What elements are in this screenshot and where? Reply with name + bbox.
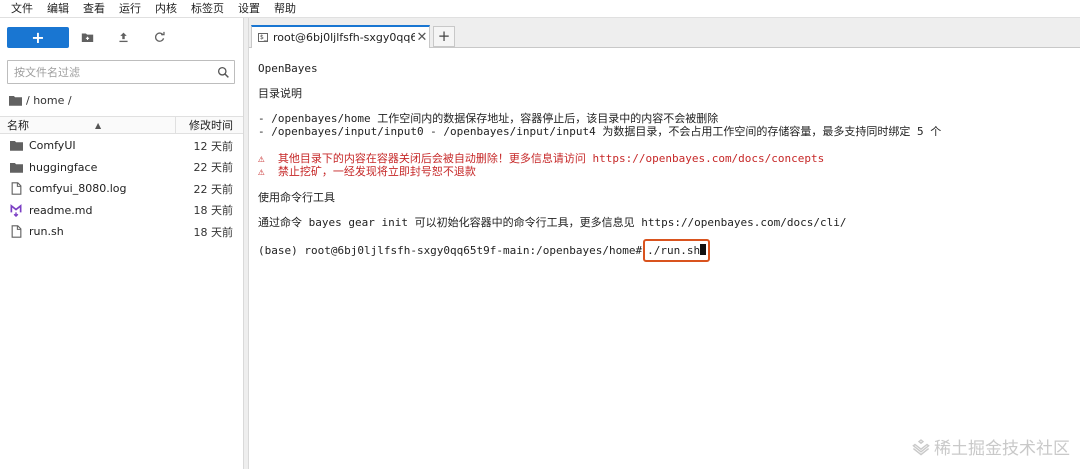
file-toolbar: + [7,27,177,48]
breadcrumb-path[interactable]: / home / [26,94,72,107]
file-name: huggingface [29,160,98,174]
terminal-section-cli: 使用命令行工具 [258,191,335,204]
file-browser: + / home / 名称 ▲ 修改时间 ComfyUI [0,18,243,469]
search-icon[interactable] [212,66,234,79]
file-name: ComfyUI [29,139,76,153]
terminal-line-cli: 通过命令 bayes gear init 可以初始化容器中的命令行工具，更多信息… [258,216,847,229]
upload-icon[interactable] [105,27,141,48]
file-modified: 12 天前 [193,139,234,153]
tab-bar: $_ root@6bj0ljlfsfh-sxgy0qq6t ✕ + [249,18,1080,48]
file-modified: 18 天前 [193,204,234,218]
menu-file[interactable]: 文件 [4,0,40,18]
file-row-readme[interactable]: readme.md 18 天前 [0,200,243,222]
menu-run[interactable]: 运行 [112,0,148,18]
terminal-prompt-line: (base) root@6bj0ljlfsfh-sxgy0qq65t9f-mai… [258,239,711,262]
terminal-line-home: - /openbayes/home 工作空间内的数据保存地址，容器停止后，该目录… [258,112,719,125]
menu-bar: 文件 编辑 查看 运行 内核 标签页 设置 帮助 [0,0,1080,18]
tab-terminal[interactable]: $_ root@6bj0ljlfsfh-sxgy0qq6t ✕ [251,25,430,48]
watermark: 稀土掘金技术社区 [912,434,1070,459]
folder-icon [9,139,23,153]
file-modified: 22 天前 [193,161,234,175]
menu-kernel[interactable]: 内核 [148,0,184,18]
new-launcher-button[interactable]: + [7,27,69,48]
tab-label: root@6bj0ljlfsfh-sxgy0qq6t [273,31,415,44]
watermark-text: 稀土掘金技术社区 [934,439,1070,459]
file-row-run-sh[interactable]: run.sh 18 天前 [0,221,243,243]
file-row-huggingface[interactable]: huggingface 22 天前 [0,157,243,179]
add-tab-button[interactable]: + [433,26,455,47]
refresh-icon[interactable] [141,27,177,48]
menu-tabs[interactable]: 标签页 [184,0,231,18]
terminal-line-input: - /openbayes/input/input0 - /openbayes/i… [258,125,942,138]
breadcrumb: / home / [9,93,72,107]
command-highlight: ./run.sh [643,239,711,262]
sort-ascending-icon: ▲ [95,120,102,130]
terminal-output[interactable]: OpenBayes 目录说明 - /openbayes/home 工作空间内的数… [249,49,1080,469]
file-name: readme.md [29,203,93,217]
file-filter-input[interactable] [8,61,212,83]
menu-settings[interactable]: 设置 [231,0,267,18]
terminal-command: ./run.sh [647,244,701,257]
juejin-logo-icon [912,438,930,455]
terminal-icon: $_ [258,33,268,42]
file-modified: 18 天前 [193,225,234,239]
terminal-prompt: (base) root@6bj0ljlfsfh-sxgy0qq65t9f-mai… [258,244,643,257]
close-icon[interactable]: ✕ [415,30,429,45]
new-folder-icon[interactable] [69,27,105,48]
column-name-label: 名称 [7,119,29,132]
file-row-comfyui[interactable]: ComfyUI 12 天前 [0,135,243,157]
column-name[interactable]: 名称 ▲ [0,117,175,133]
terminal-title: OpenBayes [258,62,318,75]
file-name: comfyui_8080.log [29,182,127,196]
folder-icon [9,160,23,174]
terminal-warning-delete: ⚠ 其他目录下的内容在容器关闭后会被自动删除！更多信息请访问 https://o… [258,152,825,165]
file-icon [9,225,23,239]
home-folder-icon[interactable] [9,95,22,106]
file-row-comfyui-log[interactable]: comfyui_8080.log 22 天前 [0,178,243,200]
menu-edit[interactable]: 编辑 [40,0,76,18]
terminal-section-directory: 目录说明 [258,87,302,100]
markdown-icon [9,203,23,217]
file-list-header: 名称 ▲ 修改时间 [0,116,243,134]
column-modified[interactable]: 修改时间 [175,117,243,133]
file-list: ComfyUI 12 天前 huggingface 22 天前 comfyui_… [0,135,243,243]
terminal-cursor [700,244,707,255]
file-icon [9,182,23,196]
file-filter [7,60,235,84]
menu-help[interactable]: 帮助 [267,0,303,18]
file-name: run.sh [29,225,64,239]
menu-view[interactable]: 查看 [76,0,112,18]
terminal-warning-mining: ⚠ 禁止挖矿，一经发现将立即封号恕不退款 [258,165,476,178]
file-modified: 22 天前 [193,182,234,196]
